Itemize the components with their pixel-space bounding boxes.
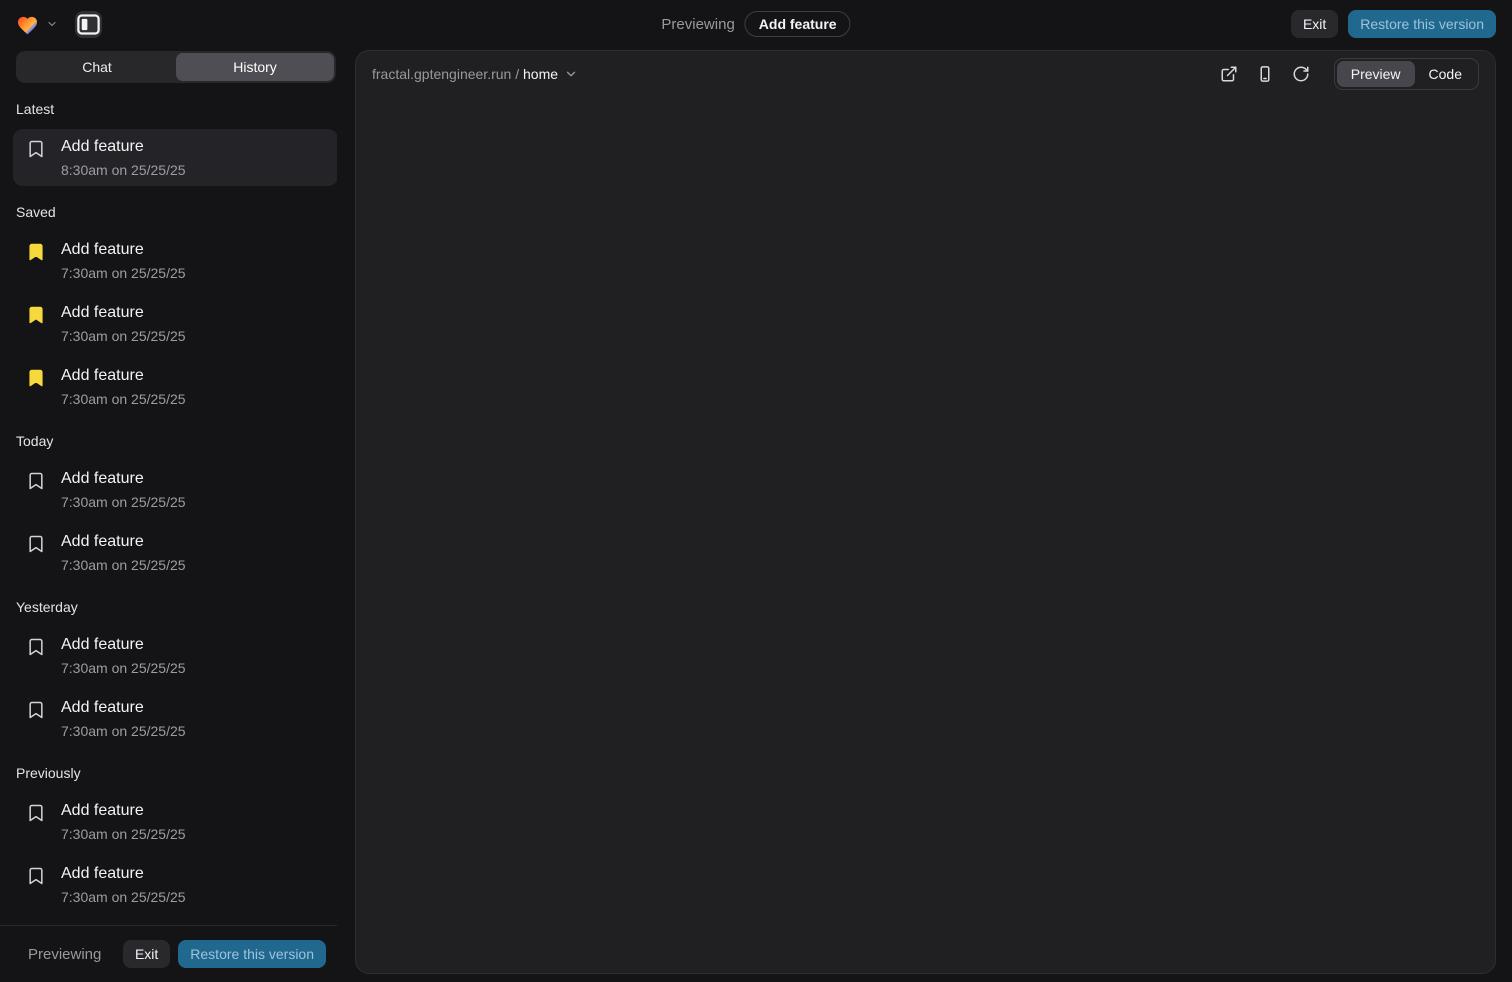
history-item-timestamp: 7:30am on 25/25/25 (61, 328, 186, 344)
bookmark-filled-icon (26, 368, 46, 388)
history-item-title: Add feature (61, 532, 186, 552)
exit-button[interactable]: Exit (123, 940, 170, 968)
history-item[interactable]: Add feature 7:30am on 25/25/25 (13, 690, 337, 747)
lovable-heart-logo[interactable] (16, 14, 39, 35)
preview-code-toggle: Preview Code (1334, 58, 1479, 90)
history-item-title: Add feature (61, 137, 186, 157)
restore-version-button[interactable]: Restore this version (178, 940, 326, 968)
history-sidebar: Chat History Latest Add feature 8:30am on … (0, 48, 337, 982)
preview-header: fractal.gptengineer.run / home (356, 51, 1495, 97)
history-item[interactable]: Add feature 7:30am on 25/25/25 (13, 627, 337, 684)
history-item-title: Add feature (61, 698, 186, 718)
history-item-timestamp: 7:30am on 25/25/25 (61, 494, 186, 510)
preview-panel: fractal.gptengineer.run / home (355, 50, 1496, 974)
section-title: Today (16, 433, 321, 449)
history-item-title: Add feature (61, 635, 186, 655)
bookmark-icon (26, 471, 46, 491)
history-item-text: Add feature 7:30am on 25/25/25 (61, 366, 186, 407)
history-item-text: Add feature 7:30am on 25/25/25 (61, 801, 186, 842)
sidebar-footer: Previewing Exit Restore this version (0, 925, 337, 982)
section-title: Previously (16, 765, 321, 781)
chevron-down-icon (564, 67, 578, 81)
history-item-timestamp: 7:30am on 25/25/25 (61, 723, 186, 739)
history-item-title: Add feature (61, 864, 186, 884)
bookmark-icon (26, 534, 46, 554)
bookmark-icon (26, 637, 46, 657)
restore-version-button[interactable]: Restore this version (1348, 10, 1496, 38)
history-item[interactable]: Add feature 7:30am on 25/25/25 (13, 856, 337, 913)
history-section: TodayAdd feature7:30am on 25/25/25Add fe… (0, 433, 337, 581)
url-prefix: fractal.gptengineer.run / (372, 66, 523, 82)
previewing-status-label: Previewing (661, 16, 734, 33)
bookmark-filled-icon (26, 305, 46, 325)
preview-content (356, 97, 1495, 973)
chevron-down-icon[interactable] (46, 18, 58, 30)
history-section: YesterdayAdd feature7:30am on 25/25/25Ad… (0, 599, 337, 747)
mobile-view-icon[interactable] (1256, 65, 1274, 83)
history-item[interactable]: Add feature 8:30am on 25/25/25 (13, 129, 337, 186)
url-page: home (523, 66, 558, 82)
bookmark-icon (26, 139, 46, 159)
history-item-title: Add feature (61, 469, 186, 489)
history-item[interactable]: Add feature 7:30am on 25/25/25 (13, 524, 337, 581)
history-item-timestamp: 7:30am on 25/25/25 (61, 660, 186, 676)
history-item[interactable]: Add feature 7:30am on 25/25/25 (13, 793, 337, 850)
history-item-title: Add feature (61, 801, 186, 821)
history-item[interactable]: Add feature 7:30am on 25/25/25 (13, 358, 337, 415)
bookmark-icon (26, 803, 46, 823)
history-item-text: Add feature 8:30am on 25/25/25 (61, 137, 186, 178)
history-item-text: Add feature 7:30am on 25/25/25 (61, 864, 186, 905)
history-item[interactable]: Add feature 7:30am on 25/25/25 (13, 232, 337, 289)
history-section: Latest Add feature 8:30am on 25/25/25 (0, 101, 337, 186)
history-item-timestamp: 7:30am on 25/25/25 (61, 265, 186, 281)
history-item-text: Add feature 7:30am on 25/25/25 (61, 469, 186, 510)
bookmark-filled-icon (26, 242, 46, 262)
section-title: Saved (16, 204, 321, 220)
bookmark-icon (26, 700, 46, 720)
history-item-title: Add feature (61, 240, 186, 260)
history-item-text: Add feature 7:30am on 25/25/25 (61, 532, 186, 573)
history-item-timestamp: 7:30am on 25/25/25 (61, 826, 186, 842)
bookmark-icon (26, 866, 46, 886)
history-item-text: Add feature 7:30am on 25/25/25 (61, 698, 186, 739)
toggle-sidebar-button[interactable] (75, 11, 102, 38)
history-item-text: Add feature 7:30am on 25/25/25 (61, 240, 186, 281)
history-item-timestamp: 8:30am on 25/25/25 (61, 162, 186, 178)
tab-history[interactable]: History (176, 53, 334, 81)
toggle-preview[interactable]: Preview (1337, 61, 1415, 87)
tab-chat[interactable]: Chat (18, 53, 176, 81)
history-item-text: Add feature 7:30am on 25/25/25 (61, 635, 186, 676)
refresh-icon[interactable] (1292, 65, 1310, 83)
history-item-timestamp: 7:30am on 25/25/25 (61, 889, 186, 905)
history-item[interactable]: Add feature 7:30am on 25/25/25 (13, 461, 337, 518)
history-item-title: Add feature (61, 303, 186, 323)
history-list: Latest Add feature 8:30am on 25/25/25 Saved… (0, 83, 337, 925)
previewing-status-label: Previewing (28, 946, 101, 963)
history-section: PreviouslyAdd feature7:30am on 25/25/25A… (0, 765, 337, 913)
history-item[interactable]: Add feature 7:30am on 25/25/25 (13, 295, 337, 352)
history-section: SavedAdd feature7:30am on 25/25/25Add fe… (0, 204, 337, 415)
history-item-text: Add feature 7:30am on 25/25/25 (61, 303, 186, 344)
exit-button[interactable]: Exit (1291, 10, 1338, 38)
open-in-new-tab-icon[interactable] (1220, 65, 1238, 83)
history-item-timestamp: 7:30am on 25/25/25 (61, 557, 186, 573)
section-title: Latest (16, 101, 321, 117)
version-name-pill[interactable]: Add feature (745, 11, 851, 37)
history-item-title: Add feature (61, 366, 186, 386)
sidebar-tabs: Chat History (16, 51, 336, 83)
history-item-timestamp: 7:30am on 25/25/25 (61, 391, 186, 407)
toggle-code[interactable]: Code (1415, 61, 1476, 87)
url-dropdown[interactable]: fractal.gptengineer.run / home (372, 66, 578, 82)
topbar: Previewing Add feature Exit Restore this… (0, 0, 1512, 48)
section-title: Yesterday (16, 599, 321, 615)
